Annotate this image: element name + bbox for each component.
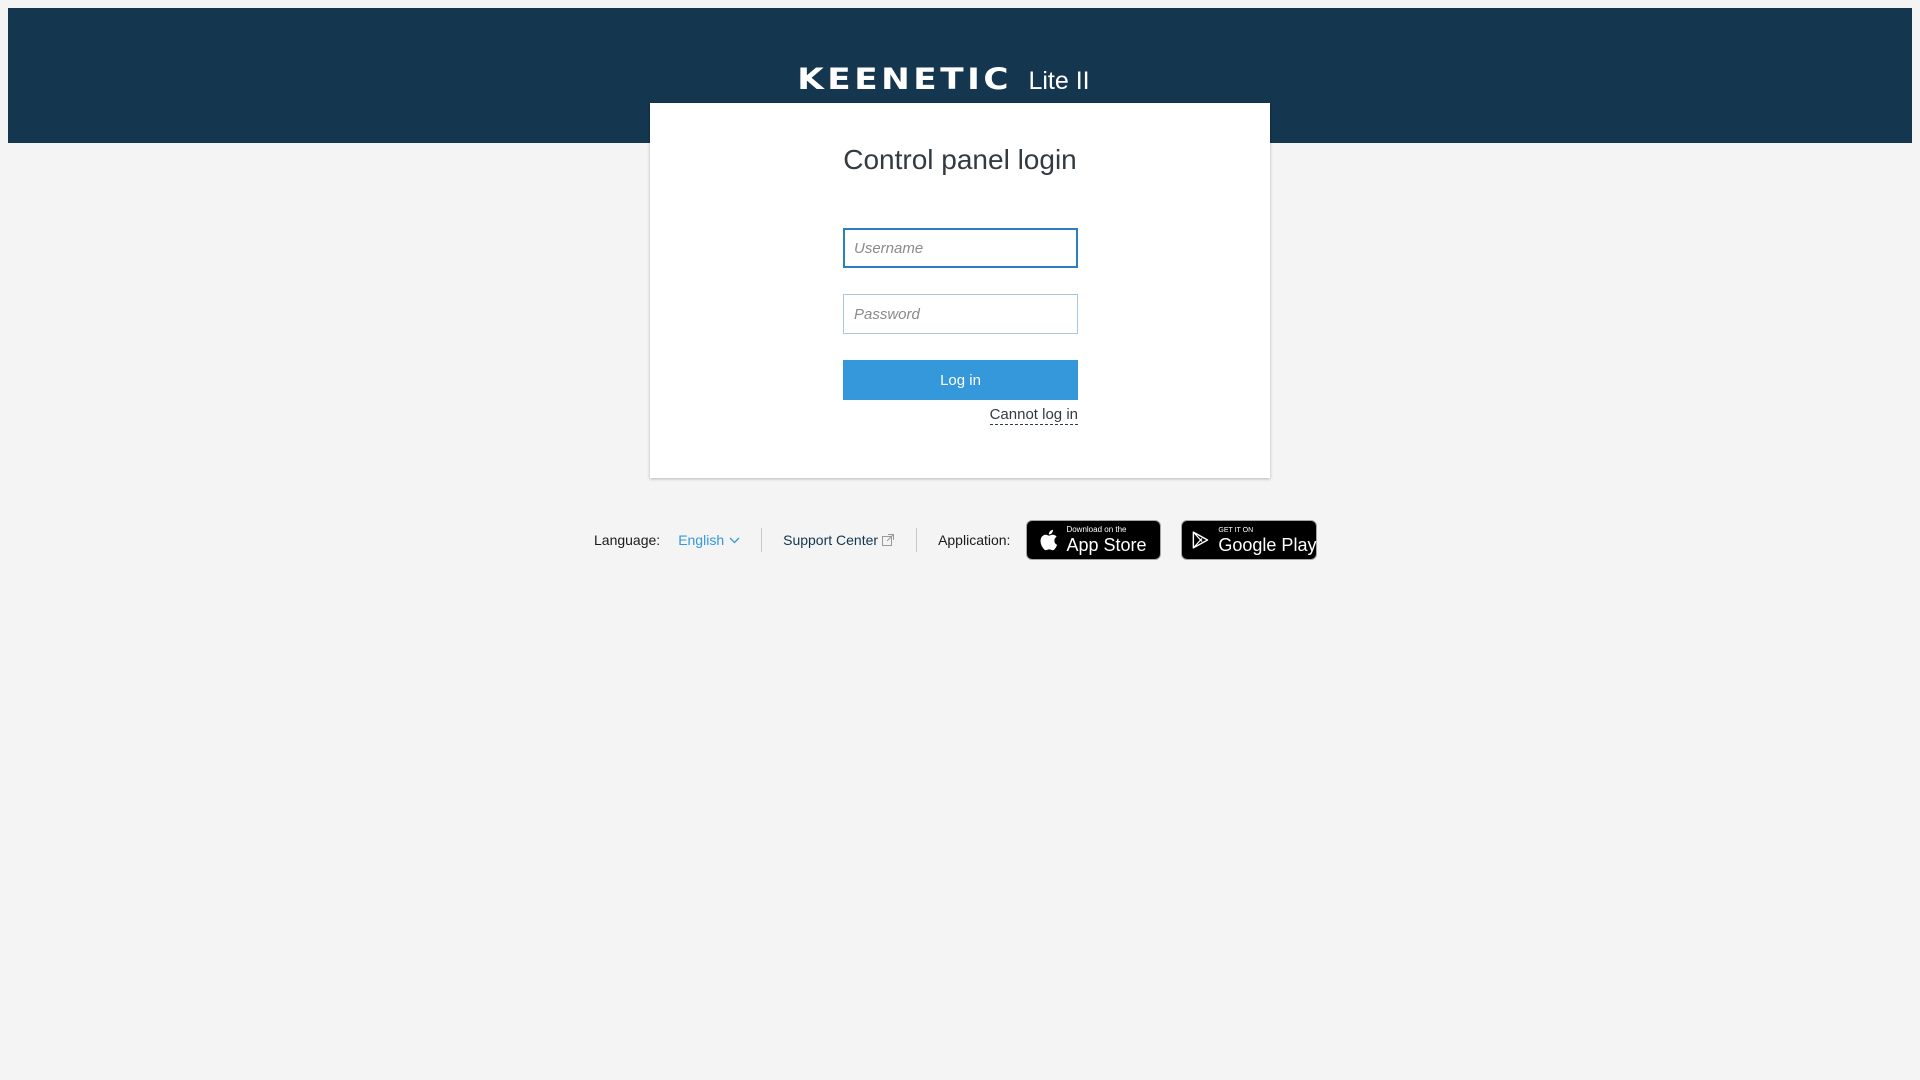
google-play-small-text: GET IT ON: [1218, 526, 1254, 534]
username-input[interactable]: [843, 228, 1078, 268]
google-play-text: GET IT ON Google Play: [1218, 527, 1316, 554]
language-dropdown[interactable]: English: [678, 532, 740, 548]
application-label: Application:: [938, 532, 1011, 548]
app-store-text: Download on the App Store: [1066, 525, 1147, 555]
language-label: Language:: [594, 532, 661, 548]
cannot-login-link[interactable]: Cannot log in: [989, 406, 1078, 425]
app-store-badge[interactable]: Download on the App Store: [1026, 520, 1162, 560]
google-play-badge[interactable]: GET IT ON Google Play: [1181, 520, 1318, 560]
google-play-big-text: Google Play: [1218, 534, 1317, 555]
chevron-down-icon: [729, 537, 740, 543]
app-store-big-text: App Store: [1066, 535, 1147, 555]
brand-header: KEENETIC Lite II: [0, 62, 1920, 96]
language-value: English: [678, 532, 725, 548]
footer: Language: English Support Center Applica…: [594, 520, 1318, 560]
keenetic-logo: KEENETIC: [797, 62, 1013, 96]
cannot-login-container: Cannot log in: [843, 406, 1078, 425]
device-model: Lite II: [1028, 67, 1090, 95]
support-center-link[interactable]: Support Center: [783, 532, 895, 548]
footer-divider: [916, 528, 918, 552]
login-page: KEENETIC Lite II Control panel login Log …: [0, 0, 1920, 1080]
password-input[interactable]: [843, 294, 1078, 334]
footer-divider: [761, 528, 763, 552]
login-button[interactable]: Log in: [843, 360, 1078, 400]
app-store-small-text: Download on the: [1066, 525, 1127, 534]
login-card: Control panel login Log in Cannot log in: [650, 103, 1270, 478]
support-center-label: Support Center: [783, 532, 879, 548]
login-title: Control panel login: [843, 144, 1077, 175]
external-link-icon: [882, 534, 895, 546]
play-icon: [1193, 531, 1209, 549]
apple-icon: [1040, 529, 1058, 551]
